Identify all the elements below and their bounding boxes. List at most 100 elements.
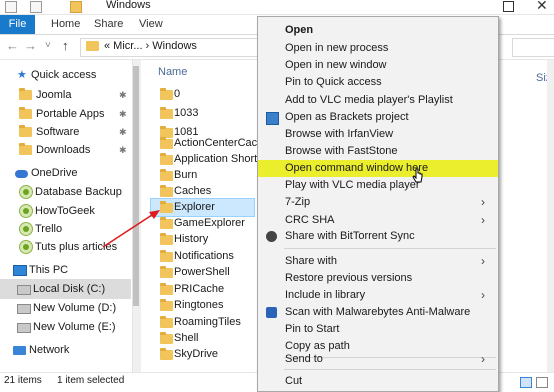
star-icon: ★ [17, 69, 27, 81]
folder-icon [160, 169, 173, 181]
menu-item-include-library[interactable]: Include in library › [258, 287, 498, 304]
folder-icon [160, 266, 173, 278]
close-icon[interactable]: ✕ [536, 0, 548, 14]
menu-item-add-vlc-playlist[interactable]: Add to VLC media player's Playlist [258, 92, 498, 109]
search-input[interactable] [512, 38, 554, 57]
back-icon[interactable]: ← [6, 39, 19, 53]
menu-label: Browse with IrfanView [285, 128, 394, 140]
menu-item-irfanview[interactable]: Browse with IrfanView [258, 126, 498, 143]
sync-icon [19, 240, 33, 254]
folder-icon [160, 299, 173, 311]
menu-label: Browse with FastStone [285, 145, 398, 157]
submenu-arrow-icon: › [481, 213, 485, 227]
menu-item-pin-start[interactable]: Pin to Start [258, 321, 498, 338]
nav-this-pc[interactable]: This PC [0, 260, 131, 280]
recent-locations-icon[interactable]: ˅ [45, 39, 51, 53]
details-view-icon[interactable] [520, 377, 532, 388]
pin-icon: ✱ [119, 145, 127, 155]
maximize-icon[interactable] [503, 1, 514, 12]
nav-label: Software [36, 126, 80, 138]
nav-label: Local Disk (C:) [33, 283, 106, 295]
nav-label: HowToGeek [35, 205, 95, 217]
menu-label: Open in new process [285, 42, 389, 54]
item-count: 21 items [4, 375, 42, 386]
list-scrollbar[interactable] [547, 60, 554, 372]
nav-item-new-volume-e[interactable]: New Volume (E:) [0, 317, 131, 337]
list-item[interactable]: SkyDrive [140, 345, 260, 364]
bittorrent-sync-icon [266, 231, 277, 242]
tab-share[interactable]: Share [94, 15, 123, 34]
nav-quick-access[interactable]: ★ Quick access [0, 65, 131, 85]
folder-icon [86, 41, 99, 51]
menu-item-open[interactable]: Open [258, 22, 498, 39]
nav-label: Portable Apps [36, 108, 105, 120]
nav-item-joomla[interactable]: Joomla ✱ [0, 85, 131, 105]
menu-item-faststone[interactable]: Browse with FastStone [258, 143, 498, 160]
nav-item-local-disk-c[interactable]: Local Disk (C:) [0, 279, 131, 299]
nav-label: Trello [35, 223, 63, 235]
menu-item-cut[interactable]: Cut [258, 373, 498, 390]
nav-network[interactable]: Network [0, 340, 131, 360]
list-item[interactable]: 0 [140, 85, 260, 104]
nav-label: Database Backup [35, 186, 122, 198]
nav-onedrive[interactable]: OneDrive [0, 163, 131, 183]
nav-item-new-volume-d[interactable]: New Volume (D:) [0, 298, 131, 318]
nav-label: Downloads [36, 144, 91, 156]
menu-item-malwarebytes[interactable]: Scan with Malwarebytes Anti-Malware [258, 304, 498, 321]
nav-item-software[interactable]: Software ✱ [0, 122, 131, 142]
folder-icon [19, 107, 32, 119]
forward-icon[interactable]: → [24, 39, 37, 53]
menu-label: Pin to Quick access [285, 76, 382, 88]
menu-item-crc-sha[interactable]: CRC SHA › [258, 212, 498, 229]
menu-label: Play with VLC media player [285, 179, 420, 191]
menu-item-pin-quick-access[interactable]: Pin to Quick access [258, 74, 498, 91]
menu-item-7zip[interactable]: 7-Zip › [258, 194, 498, 211]
menu-label: Scan with Malwarebytes Anti-Malware [285, 306, 471, 318]
drive-icon [17, 323, 31, 333]
nav-scrollbar-thumb[interactable] [133, 66, 139, 306]
menu-label: Open in new window [285, 59, 387, 71]
file-name: 0 [174, 88, 181, 100]
menu-separator [284, 369, 496, 370]
menu-item-open-command-window[interactable]: Open command window here [258, 160, 498, 177]
nav-label: Joomla [36, 89, 72, 101]
menu-label: Share with [285, 255, 337, 267]
submenu-arrow-icon: › [481, 352, 485, 366]
up-icon[interactable]: ↑ [62, 39, 69, 53]
menu-label: Pin to Start [285, 323, 340, 335]
quick-access-save-icon[interactable] [5, 1, 17, 13]
menu-item-restore-previous[interactable]: Restore previous versions [258, 270, 498, 287]
menu-item-open-new-window[interactable]: Open in new window [258, 57, 498, 74]
list-item[interactable]: 1033 [140, 104, 260, 123]
menu-item-play-vlc[interactable]: Play with VLC media player [258, 177, 498, 194]
annotation-arrow [102, 210, 160, 248]
nav-label: OneDrive [31, 167, 78, 179]
nav-label: Quick access [31, 69, 97, 81]
menu-item-send-to[interactable]: Send to › [258, 351, 498, 368]
nav-item-downloads[interactable]: Downloads ✱ [0, 140, 131, 160]
submenu-arrow-icon: › [481, 254, 485, 268]
tab-file[interactable]: File [0, 15, 35, 34]
pin-icon: ✱ [119, 127, 127, 137]
large-icons-view-icon[interactable] [536, 377, 548, 388]
menu-item-open-brackets[interactable]: Open as Brackets project [258, 109, 498, 126]
folder-icon [160, 316, 173, 328]
cloud-icon [15, 170, 28, 178]
tab-home[interactable]: Home [51, 15, 80, 34]
menu-item-open-new-process[interactable]: Open in new process [258, 40, 498, 57]
folder-icon [160, 88, 173, 100]
nav-item-portable-apps[interactable]: Portable Apps ✱ [0, 104, 131, 124]
menu-label: Include in library [285, 289, 366, 301]
address-path[interactable]: « Micr... › Windows [104, 39, 197, 54]
nav-item-database-backup[interactable]: Database Backup [0, 182, 131, 202]
menu-label: Cut [285, 375, 303, 387]
folder-icon [160, 107, 173, 119]
menu-item-share-with[interactable]: Share with › [258, 253, 498, 270]
menu-item-bittorrent-sync[interactable]: Share with BitTorrent Sync [258, 228, 498, 245]
tab-view[interactable]: View [139, 15, 163, 34]
folder-icon [19, 125, 32, 137]
column-header-name[interactable]: Name [158, 66, 187, 78]
folder-icon [70, 1, 82, 13]
quick-access-properties-icon[interactable] [30, 1, 42, 13]
malwarebytes-icon [266, 307, 277, 318]
